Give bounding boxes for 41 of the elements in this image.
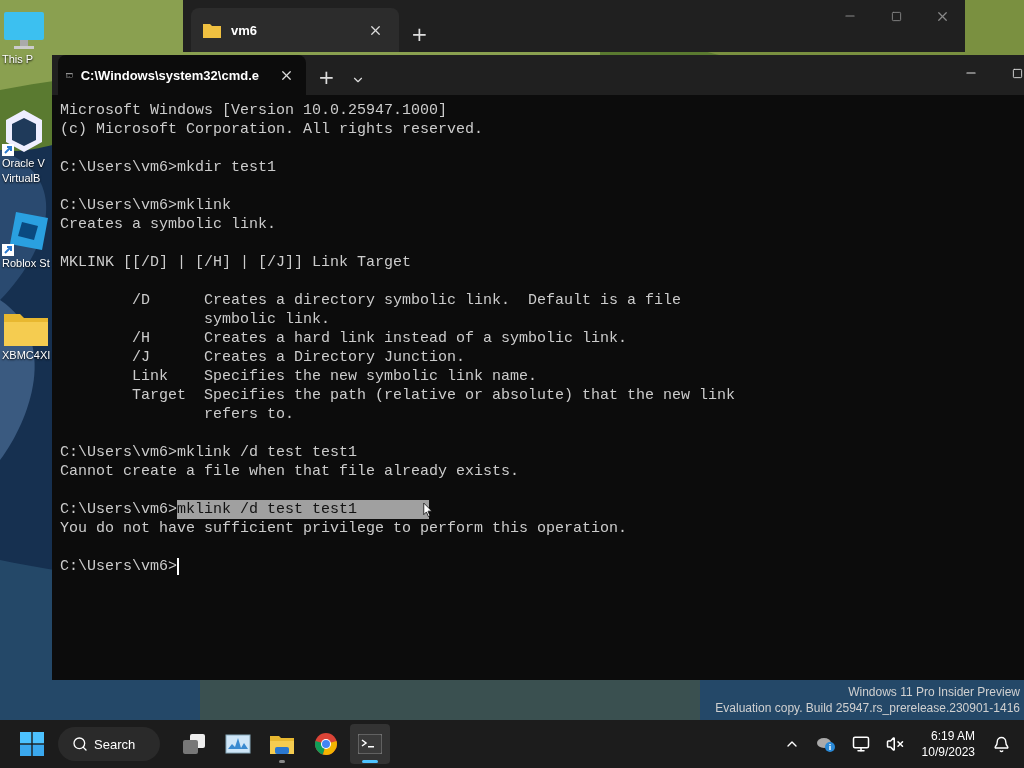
console-text: /J Creates a Directory Junction. [131,348,466,367]
search-button[interactable]: Search [58,727,160,761]
new-tab-button[interactable]: + [399,16,440,52]
windows-stack-icon [182,733,206,755]
search-icon [72,736,88,752]
console-text: /H Creates a hard link instead of a symbolic link. [131,329,628,348]
console-text: You do not have sufficient privilege to perform this operation. [60,519,628,538]
console-text: Cannot create a file when that file already exists. [60,462,520,481]
console-text: Target Specifies the path (relative or absolute) that the new link [131,386,736,405]
folder-icon [269,733,295,755]
folder-icon [203,22,221,38]
console-text: symbolic link. [203,310,331,329]
console-text: C:\Users\vm6> [60,557,178,576]
console-text: C:\Users\vm6>mklink /d test test1 [60,443,358,462]
console-text: (c) Microsoft Corporation. All rights reserved. [60,120,484,139]
new-tab-button[interactable]: + [306,59,347,95]
terminal-icon [358,734,382,754]
terminal-tab[interactable]: C:\Windows\system32\cmd.e [58,55,306,95]
console-text: C:\Users\vm6>mkdir test1 [60,158,277,177]
explorer-tab[interactable]: vm6 [191,8,399,52]
chart-window-icon [225,734,251,754]
chrome-icon [314,732,338,756]
console-text: Link Specifies the new symbolic link name. [131,367,538,386]
desktop-icon-label[interactable]: Roblox St [2,256,50,271]
maximize-icon [1011,67,1023,79]
selected-text: mklink /d test test1 [177,500,430,519]
console-text: C:\Users\vm6>mklink [60,196,232,215]
console-text: MKLINK [[/D] | [/H] | [/J]] Link Target [60,253,412,272]
console-text: Microsoft Windows [Version 10.0.25947.1000] [60,101,448,120]
mouse-pointer-icon [423,502,433,518]
taskbar-app-button[interactable] [350,724,390,764]
console-text: Creates a symbolic link. [60,215,277,234]
maximize-icon [890,10,902,22]
watermark-text: Windows 11 Pro Insider Preview [848,684,1020,700]
windows-logo-icon [20,732,44,756]
clock[interactable]: 6:19 AM 10/9/2023 [915,728,981,760]
console-text: refers to. [203,405,295,424]
console-text: /D Creates a directory symbolic link. Default is a file [131,291,682,310]
desktop-icon-label[interactable]: Oracle V VirtualB [2,156,45,186]
desktop-icon-label[interactable]: XBMC4XI [2,348,51,363]
watermark-text: Evaluation copy. Build 25947.rs_prerelease.230901-1416 [715,700,1020,716]
